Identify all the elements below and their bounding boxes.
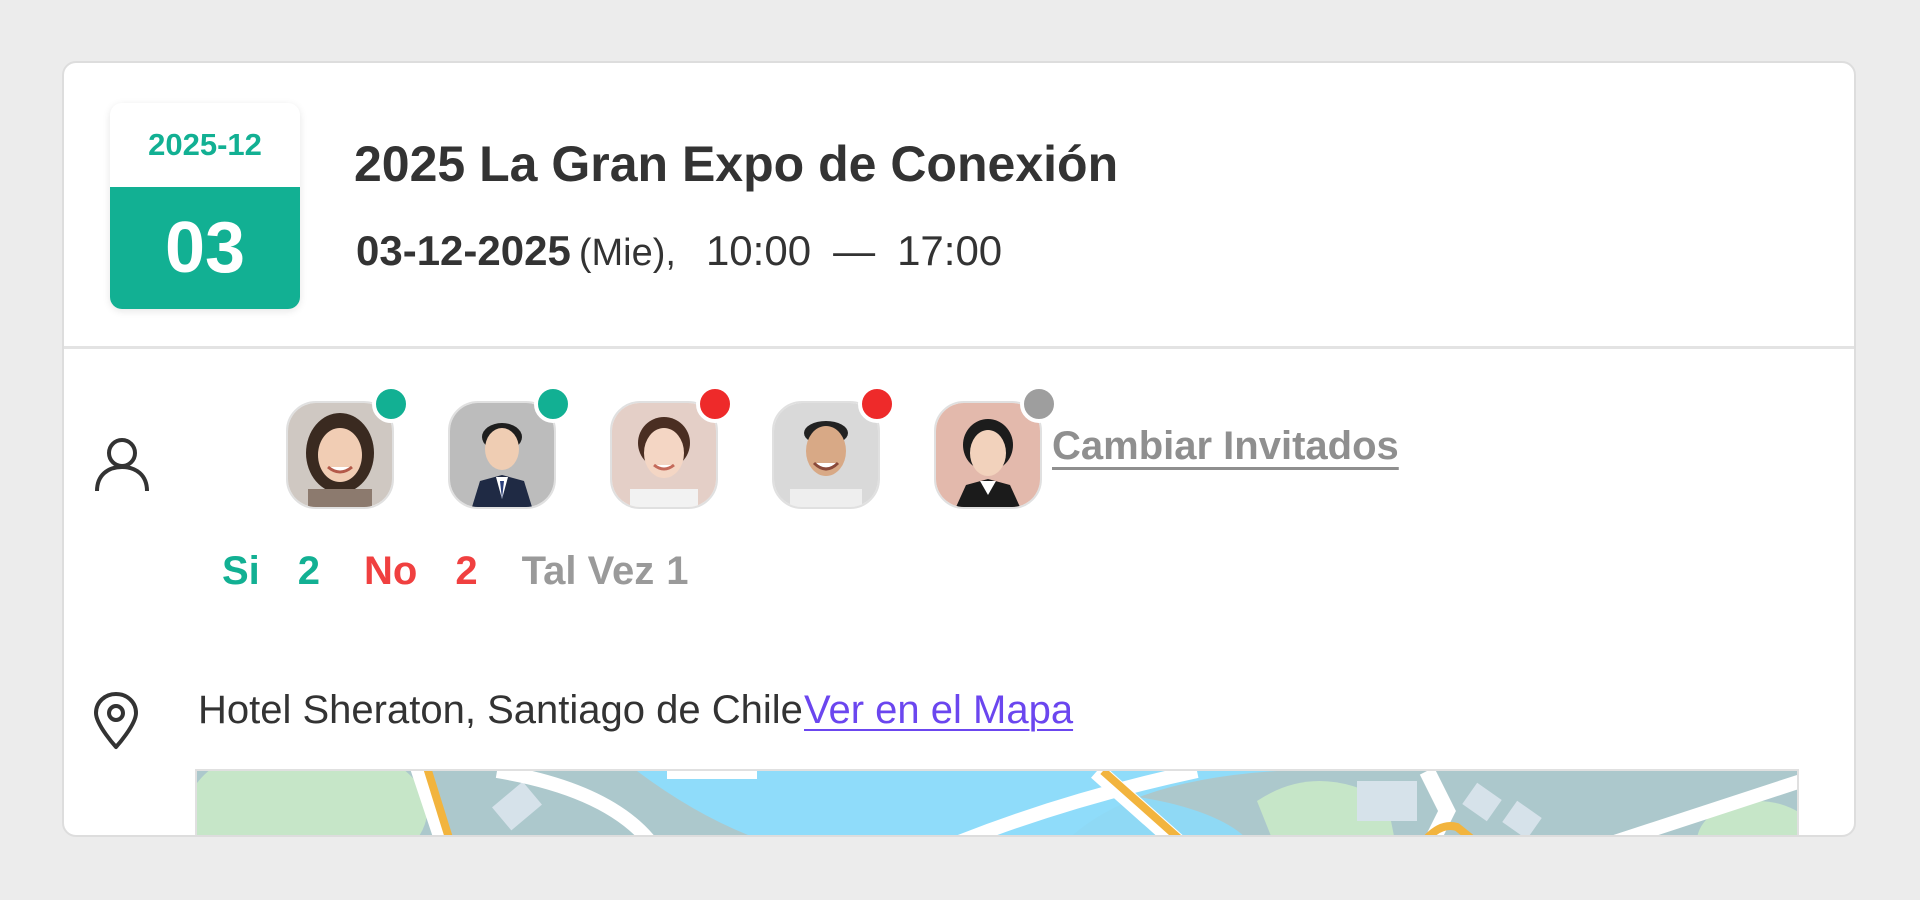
date-badge-month: 2025-12	[148, 127, 262, 162]
guest-avatar-2[interactable]	[448, 385, 572, 509]
guest-avatar-1[interactable]	[286, 385, 410, 509]
rsvp-summary: Si 2 No 2 Tal Vez 1	[222, 549, 689, 594]
time-separator: —	[833, 227, 876, 274]
guest-avatar-4[interactable]	[772, 385, 896, 509]
event-title: 2025 La Gran Expo de Conexión	[354, 136, 1119, 192]
rsvp-yes: Si 2	[222, 549, 320, 594]
map-pin-icon	[94, 692, 138, 749]
guest-avatar-3[interactable]	[610, 385, 734, 509]
rsvp-yes-count: 2	[297, 549, 321, 593]
rsvp-yes-label: Si	[222, 549, 260, 593]
status-dot-no	[858, 385, 896, 423]
rsvp-maybe-count: 1	[666, 549, 689, 593]
status-dot-yes	[534, 385, 572, 423]
map-preview[interactable]	[195, 769, 1799, 835]
status-dot-maybe	[1020, 385, 1058, 423]
date-badge: 2025-12 03	[110, 103, 300, 309]
map-image	[197, 771, 1797, 835]
rsvp-no-label: No	[364, 549, 418, 593]
event-end-time: 17:00	[897, 227, 1003, 274]
rsvp-maybe-label: Tal Vez	[521, 549, 655, 593]
event-card: 2025-12 03 2025 La Gran Expo de Conexión…	[62, 61, 1856, 837]
status-dot-no	[696, 385, 734, 423]
rsvp-maybe: Tal Vez 1	[522, 549, 689, 594]
event-datetime: 03-12-2025 (Mie), 10:00 — 17:00	[356, 227, 1002, 275]
person-icon	[95, 438, 149, 492]
location-address: Hotel Sheraton, Santiago de Chile	[198, 688, 803, 732]
rsvp-no-count: 2	[455, 549, 478, 593]
event-header: 2025-12 03 2025 La Gran Expo de Conexión…	[64, 63, 1854, 349]
status-dot-yes	[372, 385, 410, 423]
view-map-link[interactable]: Ver en el Mapa	[804, 688, 1073, 733]
guest-avatar-5[interactable]	[934, 385, 1058, 509]
event-date: 03-12-2025	[356, 227, 571, 274]
rsvp-no: No 2	[364, 549, 478, 594]
event-weekday: (Mie),	[578, 232, 676, 274]
date-badge-day: 03	[110, 187, 300, 309]
event-start-time: 10:00	[705, 227, 812, 274]
change-guests-link[interactable]: Cambiar Invitados	[1052, 424, 1399, 469]
